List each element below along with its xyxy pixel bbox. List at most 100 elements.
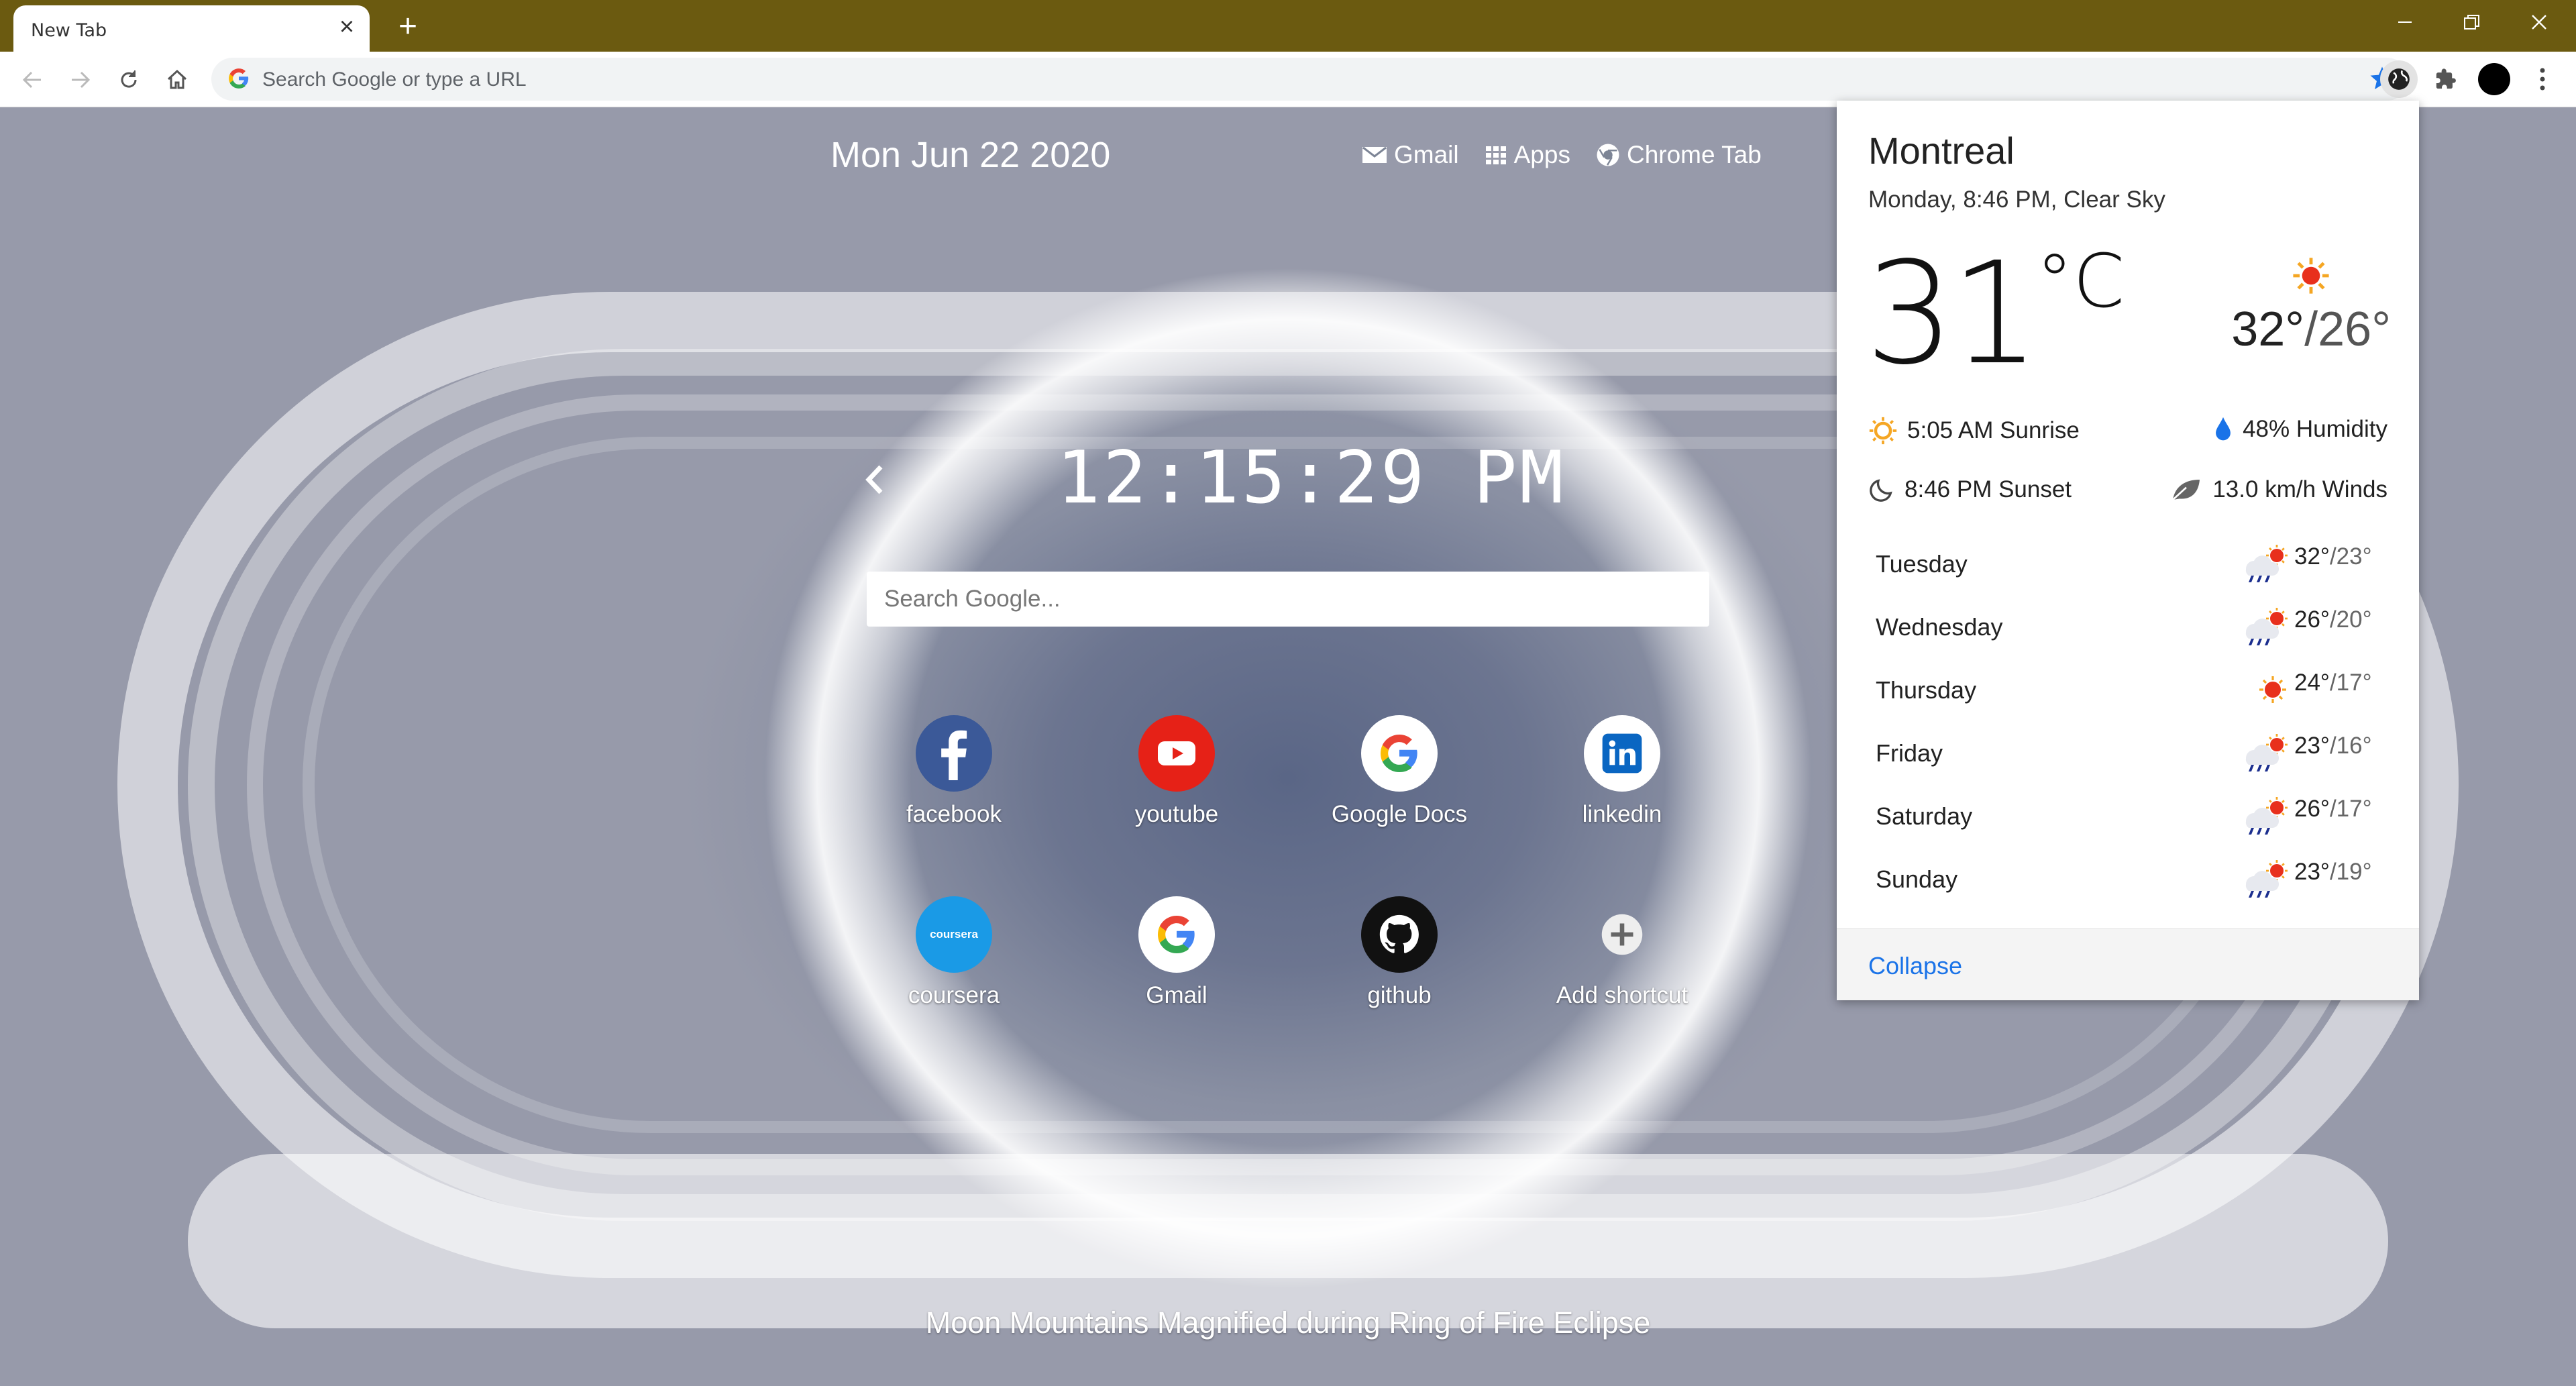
moon-icon [1870, 479, 1892, 502]
forecast-high: 23° [2294, 859, 2330, 885]
rain-sun-icon [2238, 543, 2292, 588]
shortcut-coursera[interactable]: coursera coursera [853, 896, 1055, 1009]
tab-new-tab[interactable]: New Tab × [13, 5, 370, 52]
google-icon [1138, 896, 1215, 973]
humidity-text: 48% Humidity [2243, 416, 2387, 442]
address-bar-placeholder: Search Google or type a URL [262, 68, 527, 91]
coursera-icon: coursera [916, 896, 992, 973]
apps-grid-icon [1485, 146, 1506, 164]
winds-text: 13.0 km/h Winds [2212, 476, 2387, 502]
forecast-row: Friday 23°/16° [1876, 733, 2392, 773]
tab-title: New Tab [31, 20, 107, 41]
apps-link-label: Apps [1513, 141, 1570, 168]
youtube-icon [1138, 715, 1215, 792]
sunset-text: 8:46 PM Sunset [1904, 476, 2072, 502]
close-window-button[interactable] [2502, 0, 2576, 44]
forecast-day: Saturday [1876, 802, 1973, 830]
forecast-low: /19° [2329, 859, 2372, 885]
collapse-bar: Collapse [1837, 928, 2419, 1000]
restore-icon [2464, 15, 2479, 30]
forecast-high: 23° [2294, 733, 2330, 759]
shortcut-linkedin[interactable]: linkedin [1521, 715, 1723, 828]
shortcut-google-docs[interactable]: Google Docs [1299, 715, 1500, 828]
shortcut-label: coursera [908, 982, 1000, 1008]
address-bar[interactable]: Search Google or type a URL [211, 58, 2408, 101]
forecast-high: 26° [2294, 796, 2330, 822]
facebook-icon [916, 715, 992, 792]
rain-sun-icon [2238, 859, 2292, 904]
minimize-button[interactable] [2368, 0, 2442, 44]
mail-icon [1362, 146, 1387, 163]
chevron-left-icon[interactable] [861, 463, 888, 500]
search-input[interactable]: Search Google... [867, 572, 1709, 627]
forecast-low: /23° [2329, 543, 2372, 570]
today-high: 32° [2231, 303, 2305, 356]
sunrise-info: 5:05 AM Sunrise [1868, 416, 2080, 445]
sunset-info: 8:46 PM Sunset [1868, 476, 2072, 503]
gmail-link[interactable]: Gmail [1362, 141, 1459, 169]
top-links: Gmail Apps Chrome Tab [1362, 141, 1762, 169]
chrome-tab-link-label: Chrome Tab [1626, 141, 1762, 168]
search-placeholder: Search Google... [884, 586, 1061, 612]
weather-extension-button[interactable] [2380, 60, 2418, 98]
collapse-link[interactable]: Collapse [1868, 952, 1962, 980]
restore-button[interactable] [2435, 0, 2509, 44]
weather-city: Montreal [1868, 129, 2015, 172]
tab-close-icon[interactable]: × [331, 11, 363, 43]
linkedin-icon [1584, 715, 1660, 792]
forecast-day: Friday [1876, 739, 1943, 767]
shortcut-label: Add shortcut [1556, 982, 1688, 1008]
add-shortcut-button[interactable]: Add shortcut [1521, 896, 1723, 1009]
forecast-high: 32° [2294, 543, 2330, 570]
forecast-row: Wednesday 26°/20° [1876, 606, 2392, 647]
background-caption[interactable]: Moon Mountains Magnified during Ring of … [0, 1305, 2576, 1340]
home-button[interactable] [157, 60, 197, 100]
temperature-value: 31 [1865, 231, 2040, 396]
forecast-high: 26° [2294, 606, 2330, 633]
rain-sun-icon [2238, 606, 2292, 651]
google-icon [1361, 715, 1438, 792]
forecast-day: Sunday [1876, 865, 1958, 893]
forecast-temps: 32°/23° [2294, 543, 2372, 570]
rain-sun-icon [2238, 733, 2292, 778]
arrow-left-icon [22, 71, 41, 89]
menu-button[interactable] [2524, 60, 2561, 98]
droplet-icon [2216, 417, 2231, 441]
arrow-right-icon [72, 71, 91, 89]
sunrise-icon [1869, 417, 1897, 445]
google-icon [227, 67, 250, 93]
shortcut-label: Google Docs [1331, 801, 1468, 827]
chrome-tab-link[interactable]: Chrome Tab [1596, 141, 1762, 169]
more-vert-icon [2540, 68, 2545, 91]
reload-button[interactable] [109, 60, 149, 100]
winds-info: 13.0 km/h Winds [2169, 476, 2387, 503]
puzzle-icon [2436, 68, 2456, 89]
github-icon [1361, 896, 1438, 973]
clock: 12:15:29 PM [1057, 436, 1566, 520]
back-button[interactable] [12, 60, 52, 100]
minimize-icon [2398, 21, 2412, 23]
shortcut-gmail[interactable]: Gmail [1076, 896, 1277, 1009]
shortcut-youtube[interactable]: youtube [1076, 715, 1277, 828]
forecast-row: Thursday 24°/17° [1876, 670, 2392, 710]
leaf-icon [2172, 480, 2200, 500]
forward-button[interactable] [60, 60, 101, 100]
profile-avatar[interactable] [2475, 60, 2513, 98]
shortcut-facebook[interactable]: facebook [853, 715, 1055, 828]
shortcut-github[interactable]: github [1299, 896, 1500, 1009]
weather-popup: Montreal Monday, 8:46 PM, Clear Sky 31°C… [1837, 101, 2419, 1000]
globe-icon [2388, 68, 2410, 90]
chrome-icon [1597, 144, 1619, 166]
new-tab-button[interactable]: + [389, 8, 427, 46]
forecast-row: Sunday 23°/19° [1876, 859, 2392, 899]
shortcut-label: github [1367, 982, 1432, 1008]
forecast-low: /17° [2329, 670, 2372, 696]
page-date: Mon Jun 22 2020 [830, 135, 1111, 175]
close-icon [2532, 15, 2546, 30]
extensions-button[interactable] [2427, 60, 2465, 98]
browser-toolbar: Search Google or type a URL [0, 52, 2576, 107]
forecast-high: 24° [2294, 670, 2330, 696]
today-low: /26° [2304, 303, 2391, 356]
apps-link[interactable]: Apps [1485, 141, 1570, 169]
humidity-info: 48% Humidity [2213, 416, 2387, 443]
